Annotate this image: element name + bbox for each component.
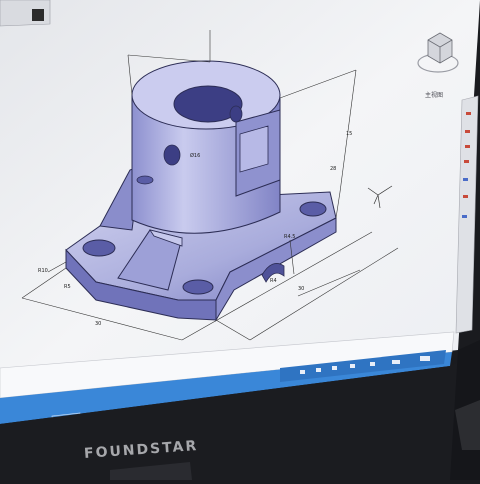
dim-label: R4 bbox=[270, 278, 277, 284]
view-cube-label: 主视图 bbox=[425, 92, 444, 99]
dim-label: Ø16 bbox=[190, 152, 200, 159]
monitor-photo: R10 Ø16 30 30 15 28 R4.5 R5 R4 FOUNDSTAR… bbox=[0, 0, 480, 480]
dim-label: R4.5 bbox=[284, 234, 295, 240]
dim-label: R10 bbox=[38, 268, 48, 274]
cad-tool-icon[interactable] bbox=[32, 9, 44, 21]
dim-label: R5 bbox=[64, 284, 71, 290]
monitor-illustration: R10 Ø16 30 30 15 28 R4.5 R5 R4 bbox=[0, 0, 480, 480]
dim-label: 30 bbox=[95, 321, 101, 327]
dim-label: 15 bbox=[346, 131, 352, 137]
dim-label: 28 bbox=[330, 166, 336, 172]
dim-label: 30 bbox=[298, 286, 304, 292]
